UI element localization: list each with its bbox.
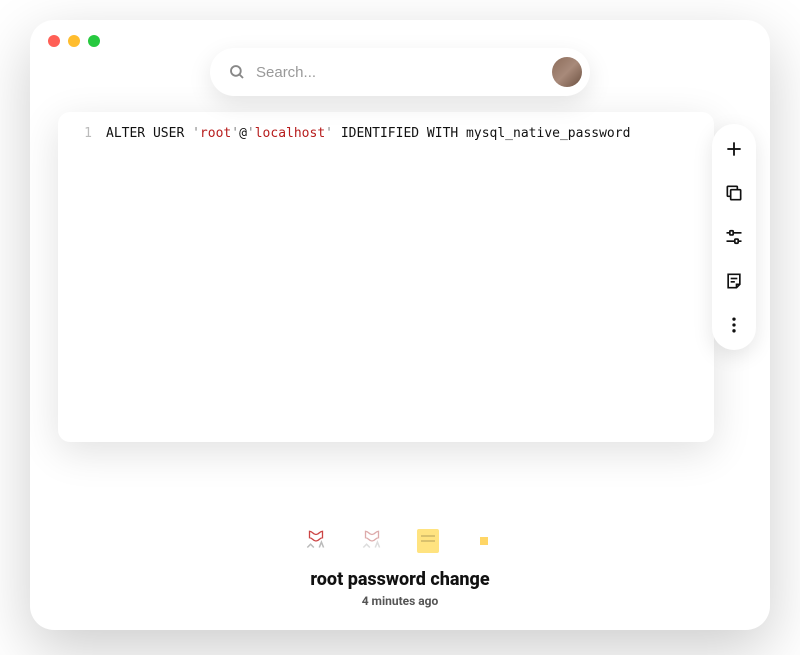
sticky-note-icon bbox=[417, 529, 439, 553]
square-icon bbox=[480, 537, 488, 545]
footer: root password change 4 minutes ago bbox=[30, 527, 770, 608]
plus-icon bbox=[724, 139, 744, 159]
note-icon bbox=[724, 271, 744, 291]
window-maximize-dot[interactable] bbox=[88, 35, 100, 47]
avatar[interactable] bbox=[552, 57, 582, 87]
sliders-icon bbox=[724, 227, 744, 247]
app-window: 1 ALTER USER 'root'@'localhost' IDENTIFIE… bbox=[30, 20, 770, 630]
thumb-note[interactable] bbox=[414, 527, 442, 555]
line-number: 1 bbox=[74, 126, 92, 141]
more-icon bbox=[724, 315, 744, 335]
add-button[interactable] bbox=[723, 138, 745, 160]
code-line: 1 ALTER USER 'root'@'localhost' IDENTIFIE… bbox=[74, 126, 698, 141]
thumb-sql-2[interactable] bbox=[358, 527, 386, 555]
copy-icon bbox=[724, 183, 744, 203]
thumb-sql-1[interactable] bbox=[302, 527, 330, 555]
more-button[interactable] bbox=[723, 314, 745, 336]
action-sidebar bbox=[712, 124, 756, 350]
code-text[interactable]: ALTER USER 'root'@'localhost' IDENTIFIED… bbox=[106, 126, 630, 141]
search-icon bbox=[228, 63, 246, 81]
thumb-mini[interactable] bbox=[470, 527, 498, 555]
snippet-time: 4 minutes ago bbox=[362, 594, 439, 608]
search-bar[interactable] bbox=[210, 48, 590, 96]
settings-button[interactable] bbox=[723, 226, 745, 248]
code-editor[interactable]: 1 ALTER USER 'root'@'localhost' IDENTIFIE… bbox=[58, 112, 714, 442]
snippet-title: root password change bbox=[310, 569, 489, 590]
window-minimize-dot[interactable] bbox=[68, 35, 80, 47]
copy-button[interactable] bbox=[723, 182, 745, 204]
window-close-dot[interactable] bbox=[48, 35, 60, 47]
thumb-row bbox=[302, 527, 498, 555]
search-input[interactable] bbox=[256, 64, 552, 81]
note-button[interactable] bbox=[723, 270, 745, 292]
